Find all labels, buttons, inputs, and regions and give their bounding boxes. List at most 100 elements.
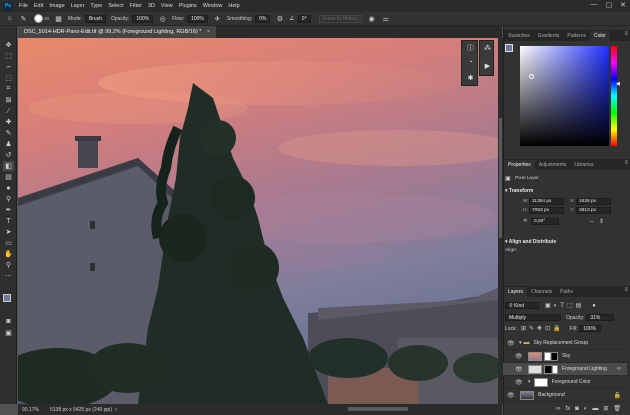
- layer-filter-icons[interactable]: ▣◐T⬚▤: [545, 302, 584, 309]
- dodge-tool-icon[interactable]: ⚲: [3, 194, 14, 204]
- menu-file[interactable]: File: [16, 3, 31, 9]
- quick-mask-icon[interactable]: ◙: [3, 316, 14, 326]
- menu-view[interactable]: View: [158, 3, 176, 9]
- pen-tool-icon[interactable]: ✒: [3, 205, 14, 215]
- close-window-button[interactable]: ✕: [620, 1, 626, 9]
- hue-slider[interactable]: [611, 46, 617, 146]
- layer-row-group[interactable]: 👁 ▾ ▬ Sky Replacement Group: [503, 337, 627, 350]
- blend-mode-select[interactable]: Multiply: [505, 314, 561, 321]
- home-icon[interactable]: ⌂: [5, 14, 14, 23]
- airbrush-icon[interactable]: ✈: [213, 14, 222, 23]
- tab-libraries[interactable]: Libraries: [570, 160, 597, 170]
- patterns-panel-icon[interactable]: ✱: [466, 73, 475, 82]
- menu-filter[interactable]: Filter: [127, 3, 145, 9]
- menu-select[interactable]: Select: [105, 3, 126, 9]
- object-selection-tool-icon[interactable]: ⬚: [3, 73, 14, 83]
- color-panel-foreground-swatch[interactable]: [505, 44, 513, 52]
- hue-slider-arrow-icon[interactable]: ◀: [616, 81, 620, 87]
- marquee-tool-icon[interactable]: ⬚: [3, 51, 14, 61]
- layer-row-foreground-color[interactable]: 👁 ◐ Foreground Color: [503, 376, 627, 389]
- history-panel-icon[interactable]: ⓘ: [466, 43, 475, 52]
- delete-layer-icon[interactable]: 🗑: [613, 405, 621, 412]
- menu-image[interactable]: Image: [46, 3, 67, 9]
- smoothing-input[interactable]: 0%: [255, 14, 271, 23]
- screen-mode-icon[interactable]: ▣: [3, 328, 14, 338]
- layer-mask-thumbnail[interactable]: [544, 364, 558, 374]
- zoom-level[interactable]: 99,17%: [22, 407, 44, 413]
- tab-paths[interactable]: Paths: [556, 287, 577, 297]
- menu-plugins[interactable]: Plugins: [176, 3, 200, 9]
- brush-preset-picker[interactable]: [34, 14, 43, 23]
- height-input[interactable]: 7053 px: [529, 207, 564, 214]
- new-adjustment-icon[interactable]: ◐: [584, 406, 588, 412]
- y-input[interactable]: 3813 px: [576, 207, 611, 214]
- color-picker-marker[interactable]: [529, 74, 534, 79]
- lock-icon[interactable]: 🔒: [614, 392, 621, 399]
- zoom-tool-icon[interactable]: ⚲: [3, 260, 14, 270]
- link-icon[interactable]: ∞: [617, 366, 621, 372]
- menu-edit[interactable]: Edit: [31, 3, 46, 9]
- menu-layer[interactable]: Layer: [68, 3, 88, 9]
- eyedropper-tool-icon[interactable]: ⁄: [3, 106, 14, 116]
- brush-panel-icon[interactable]: ⁂: [483, 43, 492, 52]
- visibility-eye-icon[interactable]: 👁: [507, 392, 516, 399]
- tab-channels[interactable]: Channels: [527, 287, 556, 297]
- move-tool-icon[interactable]: ✥: [3, 40, 14, 50]
- color-panel-menu-icon[interactable]: ≡: [624, 31, 628, 37]
- visibility-eye-icon[interactable]: 👁: [515, 366, 524, 373]
- lasso-tool-icon[interactable]: ∽: [3, 62, 14, 72]
- menu-help[interactable]: Help: [225, 3, 242, 9]
- tab-adjustments[interactable]: Adjustments: [535, 160, 571, 170]
- flip-vertical-icon[interactable]: ⇕: [599, 218, 604, 225]
- link-layers-icon[interactable]: ∞: [556, 406, 560, 412]
- healing-brush-tool-icon[interactable]: ✚: [3, 117, 14, 127]
- path-selection-tool-icon[interactable]: ➤: [3, 227, 14, 237]
- tab-swatches[interactable]: Swatches: [504, 31, 534, 41]
- new-layer-icon[interactable]: ⊞: [603, 405, 608, 412]
- add-mask-icon[interactable]: ◙: [575, 406, 579, 412]
- saturation-brightness-field[interactable]: [520, 46, 609, 146]
- tab-patterns[interactable]: Patterns: [563, 31, 590, 41]
- smoothing-settings-gear-icon[interactable]: ⚙: [275, 14, 284, 23]
- layers-panel-menu-icon[interactable]: ≡: [624, 287, 628, 293]
- minimize-button[interactable]: —: [591, 1, 598, 9]
- brush-angle-input[interactable]: 0°: [297, 14, 311, 23]
- rectangle-tool-icon[interactable]: ▭: [3, 238, 14, 248]
- tab-layers[interactable]: Layers: [504, 287, 528, 297]
- type-tool-icon[interactable]: T: [3, 216, 14, 226]
- history-brush-tool-icon[interactable]: ↺: [3, 150, 14, 160]
- layer-opacity-input[interactable]: 31%: [586, 314, 615, 321]
- layer-row-background[interactable]: 👁 Background 🔒: [503, 389, 627, 402]
- frame-tool-icon[interactable]: ⊠: [3, 95, 14, 105]
- color-picker-swatches[interactable]: [3, 294, 17, 308]
- visibility-eye-icon[interactable]: 👁: [515, 379, 524, 386]
- maximize-button[interactable]: ▢: [606, 1, 613, 9]
- fx-icon[interactable]: fx: [565, 406, 570, 412]
- mode-select[interactable]: Brush: [84, 14, 106, 23]
- pressure-size-icon[interactable]: ◉: [367, 14, 376, 23]
- filter-toggle-icon[interactable]: ●: [592, 303, 596, 309]
- layer-filter-kind[interactable]: ⚲ Kind: [505, 302, 539, 309]
- new-group-icon[interactable]: ▬: [592, 406, 598, 412]
- scrollbar-thumb[interactable]: [499, 118, 502, 238]
- tab-properties[interactable]: Properties: [504, 160, 535, 170]
- brush-tool-icon[interactable]: ✎: [3, 128, 14, 138]
- eraser-tool-preset-icon[interactable]: ✎: [19, 14, 28, 23]
- transform-title[interactable]: ▾ Transform: [505, 188, 625, 194]
- blur-tool-icon[interactable]: ●: [3, 183, 14, 193]
- visibility-eye-icon[interactable]: 👁: [507, 340, 516, 347]
- hand-tool-icon[interactable]: ✋: [3, 249, 14, 259]
- pressure-opacity-icon[interactable]: ◎: [158, 14, 167, 23]
- erase-to-history-checkbox[interactable]: Erase to History: [318, 14, 363, 23]
- document-tab[interactable]: DSC_5014-HDR-Pano-Edit.tif @ 99,2% (Fore…: [18, 26, 217, 38]
- eraser-tool-icon[interactable]: ◧: [3, 161, 14, 171]
- actions-play-icon[interactable]: ▶: [483, 61, 492, 70]
- opacity-input[interactable]: 100%: [132, 14, 154, 23]
- brush-settings-icon[interactable]: ▦: [54, 14, 63, 23]
- edit-toolbar-icon[interactable]: ⋯: [3, 271, 14, 281]
- x-input[interactable]: 1628 px: [576, 198, 611, 205]
- canvas-horizontal-scrollbar-thumb[interactable]: [348, 407, 408, 411]
- menu-type[interactable]: Type: [87, 3, 105, 9]
- angle-input[interactable]: 0,00°: [531, 218, 559, 225]
- foreground-color-swatch[interactable]: [3, 294, 11, 302]
